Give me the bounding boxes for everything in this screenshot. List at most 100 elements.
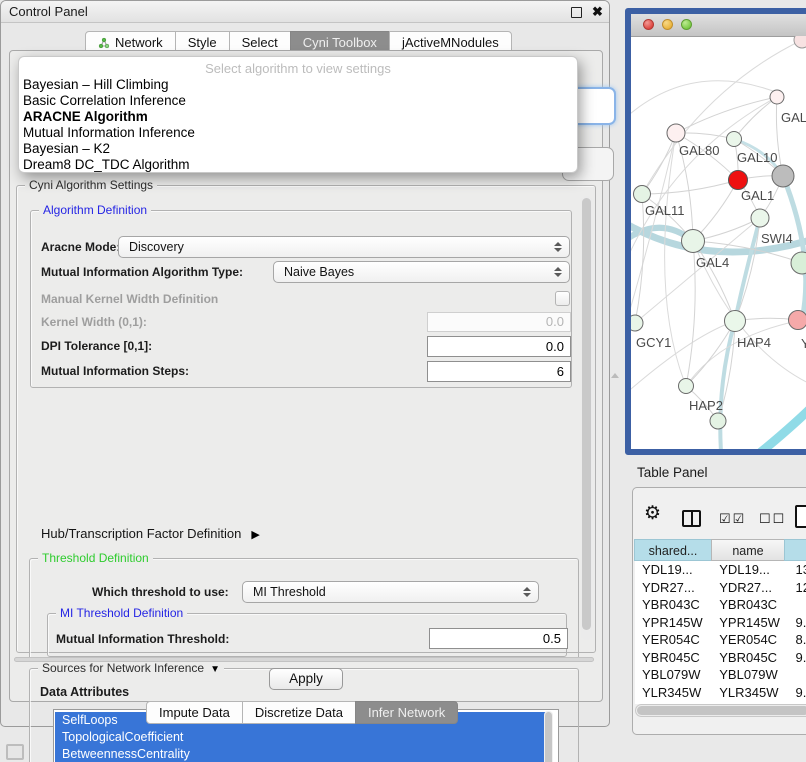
collapse-down-icon[interactable]: ▼ [210, 664, 220, 675]
mi-steps-field[interactable]: 6 [427, 361, 571, 382]
table-row[interactable]: YBR045CYBR045C9. [635, 649, 806, 667]
combo-arrows-icon [523, 587, 532, 597]
network-node-gal4[interactable] [682, 230, 705, 253]
manual-kernel-checkbox[interactable] [555, 291, 570, 306]
network-node-label: HAP2 [689, 398, 723, 413]
tab-label: Style [188, 34, 217, 51]
mi-threshold-definition-group: MI Threshold Definition Mutual Informati… [47, 613, 567, 657]
attribute-item[interactable]: TopologicalCoefficient [55, 729, 546, 746]
table-cell: YBR043C [635, 596, 712, 614]
network-edge [735, 218, 760, 321]
attributes-scrollbar[interactable] [544, 711, 553, 762]
algorithm-option[interactable]: Bayesian – K2 [19, 141, 577, 157]
manual-kernel-label: Manual Kernel Width Definition [41, 292, 218, 306]
table-cell: YBR045C [635, 649, 712, 667]
mi-threshold-label: Mutual Information Threshold: [56, 632, 229, 646]
gear-icon[interactable]: ⚙ [644, 504, 661, 523]
close-traffic-light[interactable] [643, 19, 654, 30]
hub-tf-label: Hub/Transcription Factor Definition [41, 526, 241, 541]
expand-right-icon: ▶ [251, 528, 259, 541]
table-cell: 12 [786, 579, 806, 597]
network-node-top-arc[interactable] [794, 36, 806, 48]
table-cell: 8. [786, 631, 806, 649]
column-header[interactable]: shared... [634, 539, 712, 561]
network-node-ypink[interactable] [789, 311, 806, 330]
network-node-gray[interactable] [772, 165, 794, 187]
algorithm-dropdown-popup: Select algorithm to view settings Bayesi… [18, 56, 578, 173]
column-header[interactable]: A [784, 539, 806, 561]
minimize-traffic-light[interactable] [662, 19, 673, 30]
table-cell: YBL079W [635, 666, 712, 684]
network-edge [686, 241, 695, 386]
splitter-handle[interactable] [14, 657, 594, 662]
tab-discretize-data[interactable]: Discretize Data [242, 701, 356, 724]
dpi-tolerance-field[interactable]: 0.0 [427, 336, 571, 357]
network-node-gal1[interactable] [729, 171, 748, 190]
network-node-gcy1[interactable] [631, 315, 643, 331]
dock-panel-icon[interactable] [6, 744, 24, 760]
panel-resize-arrow-icon[interactable] [611, 373, 619, 378]
select-all-columns-icon[interactable]: ☑☑ [719, 511, 746, 527]
cyni-algorithm-settings-group: Cyni Algorithm Settings Algorithm Defini… [16, 185, 596, 653]
aracne-mode-select[interactable]: Discovery [118, 236, 570, 258]
table-cell: YBR045C [712, 649, 785, 667]
network-node-gal80[interactable] [667, 124, 685, 142]
column-header[interactable]: name [711, 539, 785, 561]
tab-infer-network[interactable]: Infer Network [355, 701, 458, 724]
table-cell: YLR345W [635, 684, 712, 702]
table-horizontal-scrollbar[interactable] [635, 704, 806, 717]
tab-impute-data[interactable]: Impute Data [146, 701, 243, 724]
algorithm-option[interactable]: Dream8 DC_TDC Algorithm [19, 157, 577, 173]
settings-scrollbar[interactable] [581, 196, 592, 640]
combo-arrows-icon [554, 267, 563, 277]
network-node-gal11[interactable] [634, 186, 651, 203]
table-row[interactable]: YPR145WYPR145W9. [635, 614, 806, 632]
network-node-gal10[interactable] [727, 132, 742, 147]
apply-button[interactable]: Apply [269, 668, 343, 690]
tab-label: Select [242, 34, 278, 51]
tab-label: Network [115, 34, 163, 51]
table-cell [786, 596, 806, 614]
table-cell: YER054C [712, 631, 785, 649]
algorithm-options: Bayesian – Hill ClimbingBasic Correlatio… [19, 77, 577, 173]
network-canvas[interactable]: GALGAL80GAL10GAL1GAL11SWI4GAL4GCY1HAP4YH… [631, 36, 806, 449]
network-node-hap4[interactable] [725, 311, 746, 332]
tab-label: jActiveMNodules [402, 34, 499, 51]
table-row[interactable]: YBR043CYBR043C [635, 596, 806, 614]
mi-steps-label: Mutual Information Steps: [41, 364, 189, 378]
close-icon[interactable]: ✖ [592, 3, 603, 21]
network-node-right-green[interactable] [791, 252, 806, 274]
network-node-bottom-green[interactable] [710, 413, 726, 429]
table-cell: YDL19... [712, 561, 785, 579]
algorithm-option[interactable]: Bayesian – Hill Climbing [19, 77, 577, 93]
network-view-window[interactable]: GALGAL80GAL10GAL1GAL11SWI4GAL4GCY1HAP4YH… [625, 8, 806, 455]
float-panel-icon[interactable] [571, 7, 582, 18]
hub-tf-definition-section[interactable]: Hub/Transcription Factor Definition ▶ [41, 526, 260, 541]
zoom-traffic-light[interactable] [681, 19, 692, 30]
algorithm-option[interactable]: Basic Correlation Inference [19, 93, 577, 109]
network-node-label: GAL1 [741, 188, 774, 203]
which-threshold-select[interactable]: MI Threshold [242, 581, 539, 603]
network-window-titlebar[interactable] [631, 14, 806, 37]
network-edge [676, 97, 777, 133]
table-row[interactable]: YLR345WYLR345W9. [635, 684, 806, 702]
cyni-bottom-tabs: Impute DataDiscretize DataInfer Network [147, 701, 458, 724]
mi-algorithm-type-select[interactable]: Naive Bayes [273, 261, 570, 283]
table-cell: YLR345W [712, 684, 785, 702]
algorithm-option[interactable]: Mutual Information Inference [19, 125, 577, 141]
deselect-all-columns-icon[interactable]: ☐☐ [759, 511, 786, 527]
table-row[interactable]: YDL19...YDL19...13 [635, 561, 806, 579]
table-row[interactable]: YBL079WYBL079W [635, 666, 806, 684]
table-body: YDL19...YDL19...13YDR27...YDR27...12YBR0… [635, 561, 806, 704]
table-row[interactable]: YDR27...YDR27...12 [635, 579, 806, 597]
export-file-icon[interactable] [795, 505, 806, 528]
network-node-top-pink[interactable] [770, 90, 784, 104]
algorithm-option[interactable]: ARACNE Algorithm [19, 109, 577, 125]
network-node-hap2[interactable] [679, 379, 694, 394]
attribute-item[interactable]: BetweennessCentrality [55, 746, 546, 762]
table-row[interactable]: YER054CYER054C8. [635, 631, 806, 649]
network-node-swi4[interactable] [751, 209, 769, 227]
kernel-width-label: Kernel Width (0,1): [41, 315, 147, 329]
columns-icon[interactable] [682, 510, 701, 527]
mi-threshold-field[interactable]: 0.5 [429, 628, 568, 649]
